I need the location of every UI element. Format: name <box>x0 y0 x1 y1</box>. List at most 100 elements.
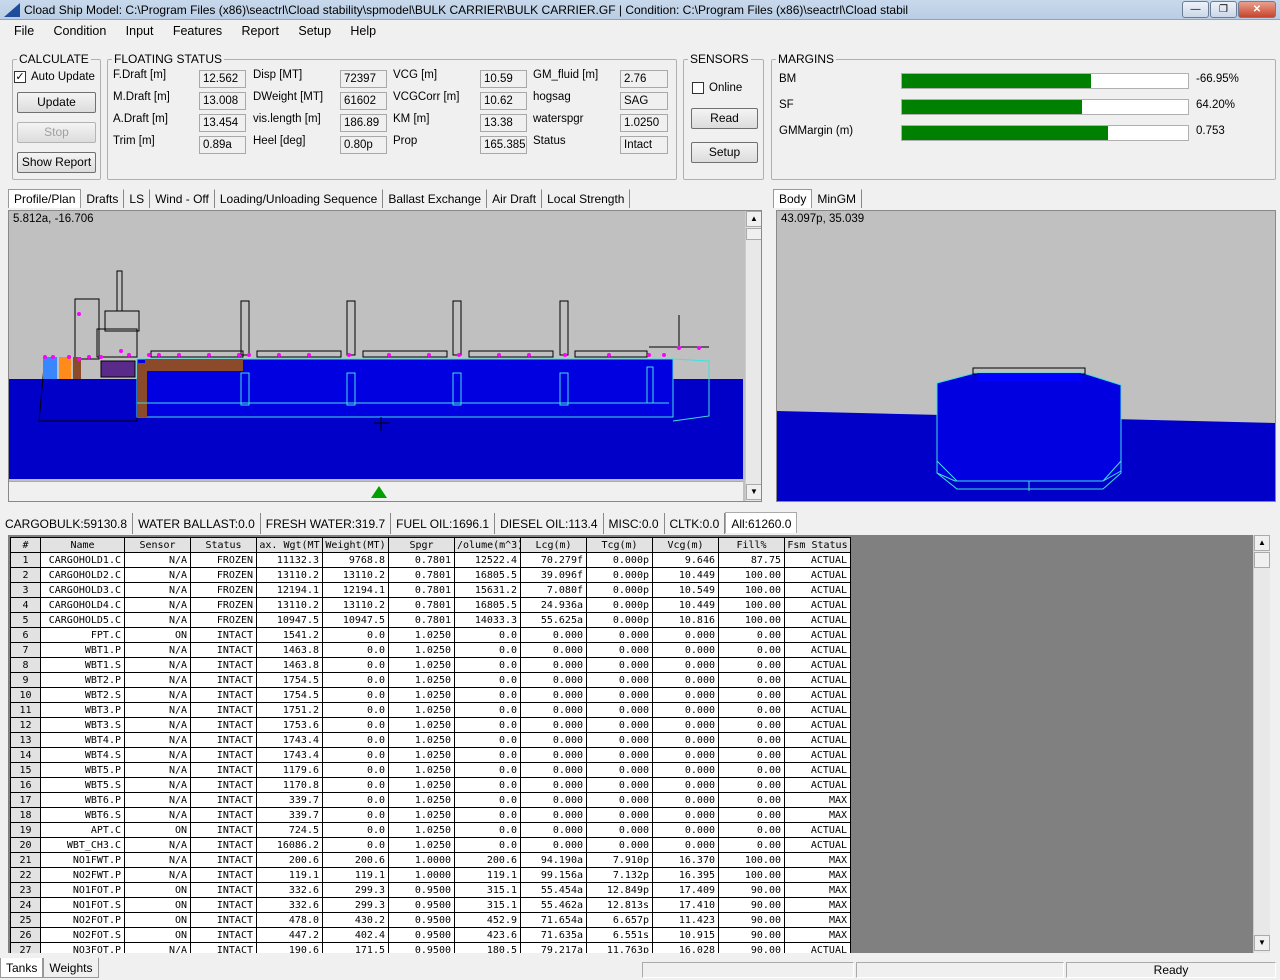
table-cell[interactable]: 315.1 <box>454 882 521 898</box>
table-cell[interactable]: INTACT <box>190 852 257 868</box>
table-cell[interactable]: INTACT <box>190 642 257 658</box>
table-cell[interactable]: 0.000 <box>586 687 653 703</box>
table-cell[interactable]: 0.000 <box>652 762 719 778</box>
table-cell[interactable]: 12.813s <box>586 897 653 913</box>
table-cell[interactable]: 0.000 <box>652 627 719 643</box>
table-cell[interactable]: FROZEN <box>190 597 257 613</box>
table-cell[interactable]: 0.000 <box>520 702 587 718</box>
table-cell[interactable]: ACTUAL <box>784 597 851 613</box>
table-cell[interactable]: 0.00 <box>718 732 785 748</box>
column-header[interactable]: Spgr <box>388 537 455 553</box>
table-cell[interactable]: MAX <box>784 852 851 868</box>
summary-tab[interactable]: FRESH WATER:319.7 <box>261 513 392 534</box>
table-cell[interactable]: 119.1 <box>256 867 323 883</box>
table-cell[interactable]: 10.816 <box>652 612 719 628</box>
table-cell[interactable]: 16.370 <box>652 852 719 868</box>
table-cell[interactable]: 119.1 <box>322 867 389 883</box>
table-cell[interactable]: WBT4.S <box>40 747 125 763</box>
table-cell[interactable]: 1.0250 <box>388 657 455 673</box>
table-cell[interactable]: 13110.2 <box>256 597 323 613</box>
table-cell[interactable]: INTACT <box>190 897 257 913</box>
table-cell[interactable]: 0.00 <box>718 792 785 808</box>
table-cell[interactable]: ACTUAL <box>784 717 851 733</box>
grid-scroll-thumb[interactable] <box>1254 552 1270 568</box>
row-number[interactable]: 24 <box>10 897 41 913</box>
table-cell[interactable]: 12.849p <box>586 882 653 898</box>
table-cell[interactable]: 9768.8 <box>322 552 389 568</box>
row-number[interactable]: 11 <box>10 702 41 718</box>
update-button[interactable]: Update <box>17 92 96 113</box>
tab-profile-3[interactable]: Wind - Off <box>150 189 215 208</box>
row-number[interactable]: 9 <box>10 672 41 688</box>
table-cell[interactable]: 0.000 <box>652 717 719 733</box>
table-cell[interactable]: NO1FWT.P <box>40 852 125 868</box>
row-number[interactable]: 8 <box>10 657 41 673</box>
table-cell[interactable]: 0.9500 <box>388 927 455 943</box>
table-cell[interactable]: 0.000 <box>586 807 653 823</box>
table-cell[interactable]: INTACT <box>190 912 257 928</box>
table-cell[interactable]: ON <box>124 912 191 928</box>
table-cell[interactable]: 0.000 <box>520 762 587 778</box>
table-row[interactable]: 15 WBT5.P N/A INTACT 1179.6 0.0 1.0250 0.0 0.000… <box>10 762 851 778</box>
table-cell[interactable]: 0.00 <box>718 702 785 718</box>
menu-input[interactable]: Input <box>118 21 162 38</box>
table-row[interactable]: 20 WBT_CH3.C N/A INTACT 16086.2 0.0 1.0250 0.0 0… <box>10 837 851 853</box>
table-cell[interactable]: 16.395 <box>652 867 719 883</box>
table-cell[interactable]: CARGOHOLD3.C <box>40 582 125 598</box>
table-cell[interactable]: 0.000 <box>520 822 587 838</box>
table-cell[interactable]: 0.00 <box>718 837 785 853</box>
table-cell[interactable]: WBT5.S <box>40 777 125 793</box>
table-cell[interactable]: WBT2.P <box>40 672 125 688</box>
summary-tab[interactable]: CLTK:0.0 <box>665 513 726 534</box>
table-cell[interactable]: 0.000 <box>586 642 653 658</box>
table-cell[interactable]: 0.0 <box>322 837 389 853</box>
scroll-thumb[interactable] <box>746 228 761 240</box>
tab-profile-6[interactable]: Air Draft <box>487 189 543 208</box>
table-cell[interactable]: N/A <box>124 567 191 583</box>
table-cell[interactable]: N/A <box>124 582 191 598</box>
table-cell[interactable]: 1743.4 <box>256 732 323 748</box>
grid-scroll-up-icon[interactable]: ▲ <box>1254 535 1270 551</box>
table-cell[interactable]: ACTUAL <box>784 582 851 598</box>
table-cell[interactable]: 0.000 <box>520 672 587 688</box>
row-number[interactable]: 1 <box>10 552 41 568</box>
table-cell[interactable]: 1.0250 <box>388 762 455 778</box>
table-cell[interactable]: 0.0 <box>454 822 521 838</box>
table-cell[interactable]: 10.449 <box>652 597 719 613</box>
table-cell[interactable]: N/A <box>124 642 191 658</box>
table-cell[interactable]: 1.0250 <box>388 837 455 853</box>
table-cell[interactable]: N/A <box>124 762 191 778</box>
table-cell[interactable]: 1.0250 <box>388 747 455 763</box>
show-report-button[interactable]: Show Report <box>17 152 96 173</box>
column-header[interactable]: Sensor <box>124 537 191 553</box>
table-cell[interactable]: INTACT <box>190 837 257 853</box>
table-cell[interactable]: 1.0250 <box>388 822 455 838</box>
table-cell[interactable]: ON <box>124 927 191 943</box>
table-cell[interactable]: WBT3.S <box>40 717 125 733</box>
table-cell[interactable]: INTACT <box>190 822 257 838</box>
row-number[interactable]: 2 <box>10 567 41 583</box>
table-cell[interactable]: 1541.2 <box>256 627 323 643</box>
table-cell[interactable]: 0.000 <box>586 627 653 643</box>
table-cell[interactable]: WBT6.S <box>40 807 125 823</box>
table-cell[interactable]: INTACT <box>190 657 257 673</box>
table-cell[interactable]: WBT3.P <box>40 702 125 718</box>
table-cell[interactable]: 0.9500 <box>388 942 455 953</box>
table-cell[interactable]: 0.0 <box>322 792 389 808</box>
table-cell[interactable]: 0.0 <box>322 657 389 673</box>
row-number[interactable]: 6 <box>10 627 41 643</box>
table-cell[interactable]: 0.0 <box>454 732 521 748</box>
table-cell[interactable]: 0.000p <box>586 612 653 628</box>
summary-tab[interactable]: DIESEL OIL:113.4 <box>495 513 604 534</box>
table-cell[interactable]: 0.000 <box>586 732 653 748</box>
column-header[interactable]: Lcg(m) <box>520 537 587 553</box>
table-cell[interactable]: 13110.2 <box>322 567 389 583</box>
row-number[interactable]: 13 <box>10 732 41 748</box>
table-cell[interactable]: 1.0250 <box>388 687 455 703</box>
table-cell[interactable]: INTACT <box>190 792 257 808</box>
table-cell[interactable]: 0.0 <box>322 822 389 838</box>
table-cell[interactable]: INTACT <box>190 672 257 688</box>
table-cell[interactable]: 1743.4 <box>256 747 323 763</box>
table-cell[interactable]: 10.449 <box>652 567 719 583</box>
tab-profile-1[interactable]: Drafts <box>81 189 125 208</box>
